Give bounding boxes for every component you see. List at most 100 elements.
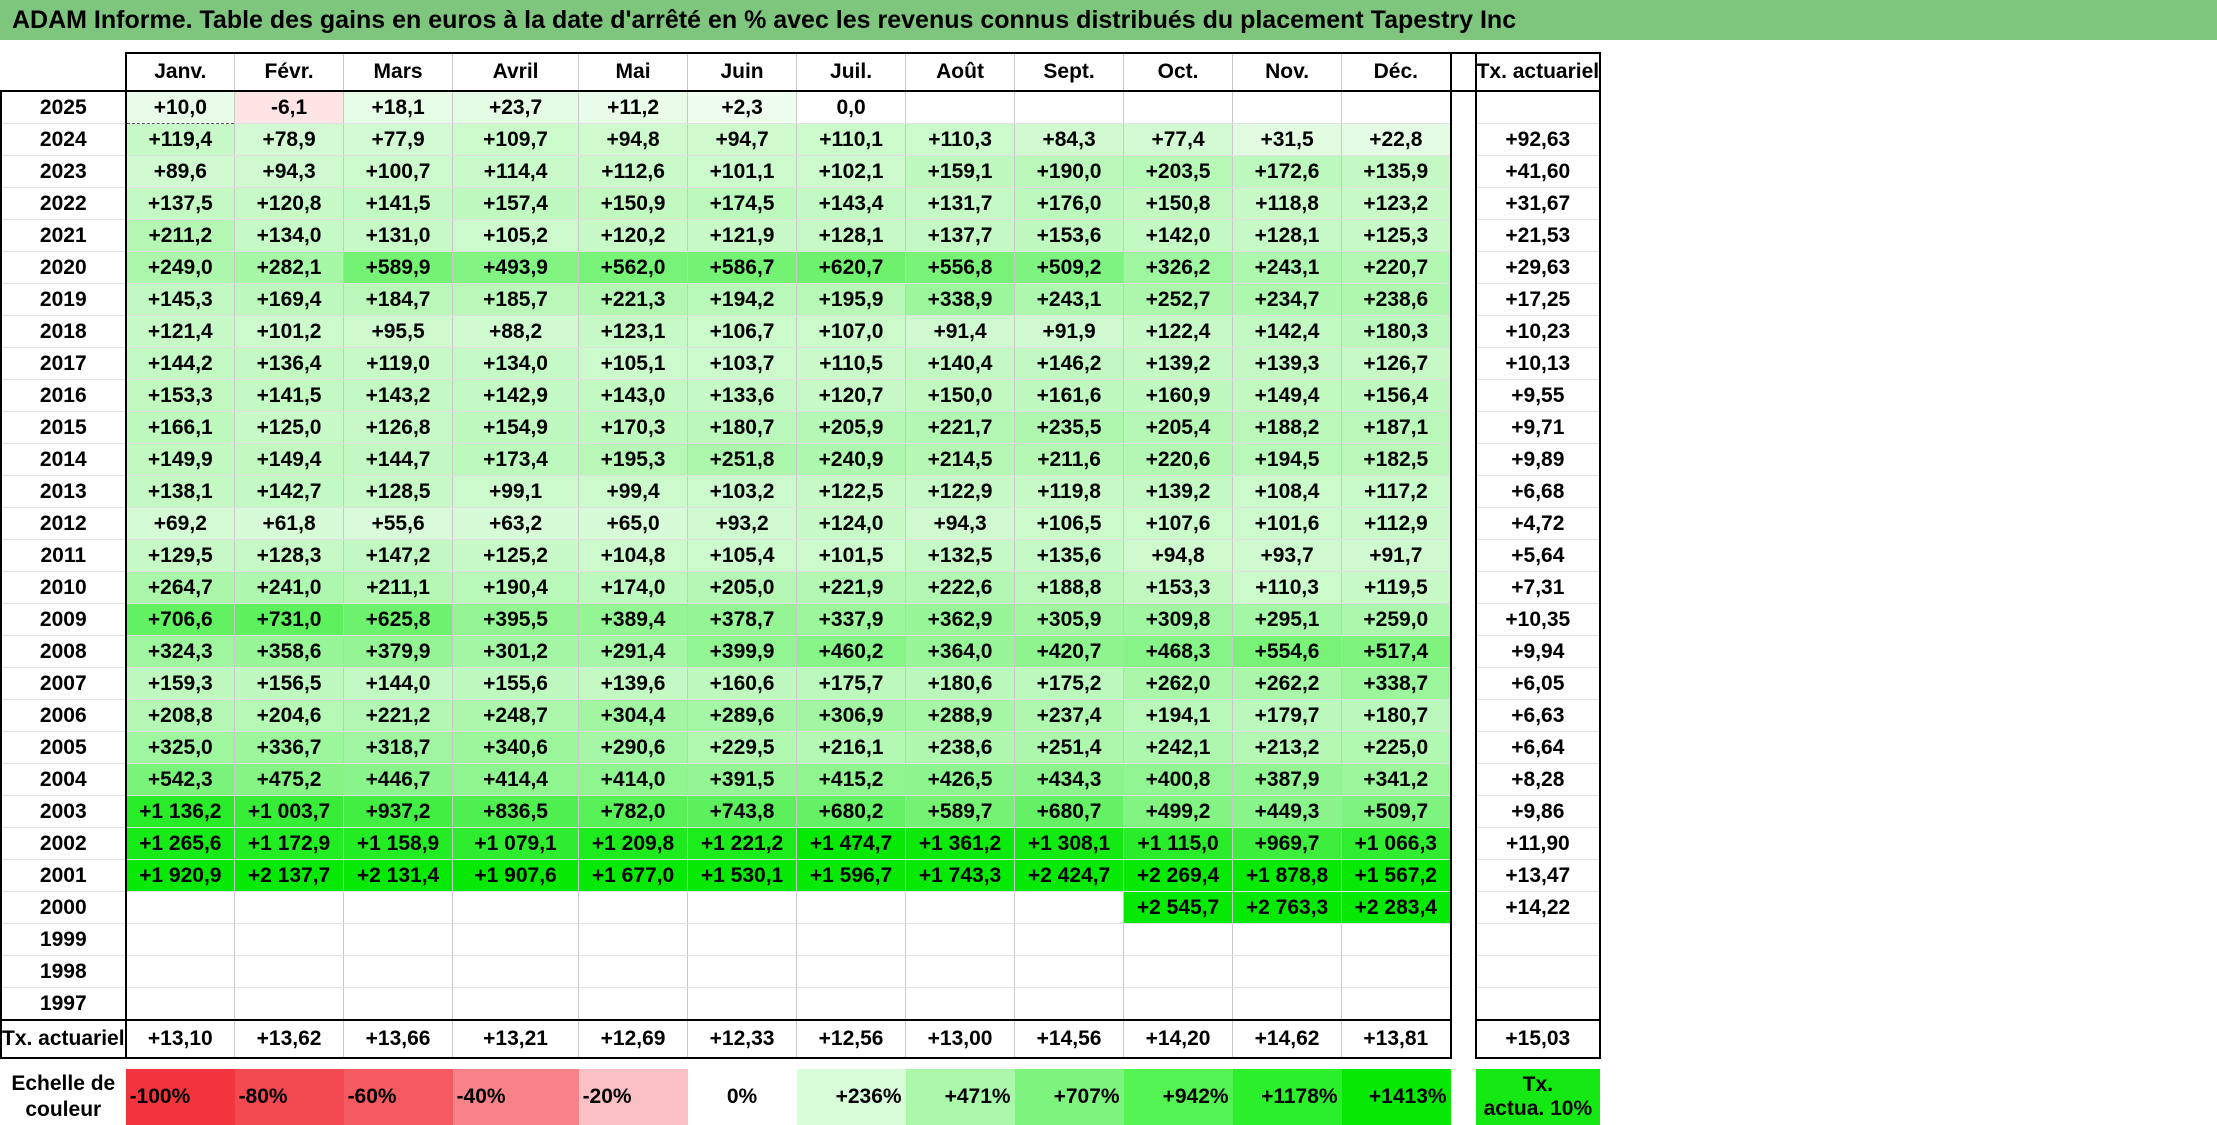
value-cell: +91,9 [1014,315,1125,348]
value-cell: +126,7 [1341,347,1452,380]
value-cell: +107,0 [796,315,907,348]
scale-swatch: 0% [687,1069,797,1125]
value-cell: +136,4 [234,347,345,380]
table-row: 2004 +542,3 +475,2 +446,7 +414,4 +414,0 +391,5… [0,763,1602,796]
value-cell: +91,7 [1341,539,1452,572]
gap-cell [1450,795,1476,828]
value-cell: +123,1 [578,315,689,348]
value-cell: +123,2 [1341,187,1452,220]
value-cell: +172,6 [1232,155,1343,188]
value-cell: +680,7 [1014,795,1125,828]
value-cell: +122,5 [796,475,907,508]
value-cell [687,891,798,924]
value-cell: +1 530,1 [687,859,798,892]
gap-cell [1450,955,1476,988]
value-cell: +378,7 [687,603,798,636]
year-label: 2013 [0,475,127,508]
table-row: 2003 +1 136,2 +1 003,7 +937,2 +836,5 +782,0 +7… [0,795,1602,828]
table-row: 2023 +89,6 +94,3 +100,7 +114,4 +112,6 +101,1 +1… [0,155,1602,188]
gap-cell [1450,155,1476,188]
total-cell: +12,69 [578,1019,689,1059]
value-cell: +364,0 [905,635,1016,668]
value-cell: +379,9 [343,635,454,668]
value-cell: +290,6 [578,731,689,764]
value-cell: +229,5 [687,731,798,764]
year-label: 2011 [0,539,127,572]
value-cell: +743,8 [687,795,798,828]
value-cell: +153,3 [125,379,236,412]
total-cell: +13,62 [234,1019,345,1059]
annual-value: +13,47 [1474,859,1602,892]
value-cell: +128,1 [1232,219,1343,252]
value-cell: +118,8 [1232,187,1343,220]
total-cell: +13,10 [125,1019,236,1059]
value-cell: +449,3 [1232,795,1343,828]
table-row: 2021 +211,2 +134,0 +131,0 +105,2 +120,2 +121,9… [0,219,1602,252]
value-cell: +1 878,8 [1232,859,1343,892]
annual-value: +92,63 [1474,123,1602,156]
value-cell: +180,3 [1341,315,1452,348]
value-cell: +204,6 [234,699,345,732]
value-cell: +120,2 [578,219,689,252]
value-cell: +680,2 [796,795,907,828]
annual-value: +5,64 [1474,539,1602,572]
value-cell: +252,7 [1123,283,1234,316]
annual-value: +9,86 [1474,795,1602,828]
table-row: 2018 +121,4 +101,2 +95,5 +88,2 +123,1 +106,7 +1… [0,315,1602,348]
value-cell: +214,5 [905,443,1016,476]
value-cell: +220,7 [1341,251,1452,284]
value-cell: +139,6 [578,667,689,700]
value-cell: +731,0 [234,603,345,636]
value-cell: +362,9 [905,603,1016,636]
gap-cell [1450,347,1476,380]
value-cell: +103,2 [687,475,798,508]
column-header: Oct. [1123,52,1234,92]
gap-cell [1450,187,1476,220]
value-cell: +395,5 [452,603,580,636]
value-cell [578,923,689,956]
value-cell [1014,987,1125,1021]
value-cell: +101,5 [796,539,907,572]
total-cell: +13,00 [905,1019,1016,1059]
column-header: Juil. [796,52,907,92]
value-cell: +1 474,7 [796,827,907,860]
value-cell [578,955,689,988]
year-label: 2010 [0,571,127,604]
value-cell: +173,4 [452,443,580,476]
value-cell [1232,955,1343,988]
value-cell: +188,2 [1232,411,1343,444]
value-cell: +305,9 [1014,603,1125,636]
value-cell: +446,7 [343,763,454,796]
value-cell: +128,1 [796,219,907,252]
value-cell: +2 283,4 [1341,891,1452,924]
total-cell: +14,56 [1014,1019,1125,1059]
value-cell: +2 137,7 [234,859,345,892]
value-cell: +161,6 [1014,379,1125,412]
value-cell: +55,6 [343,507,454,540]
value-cell [1123,923,1234,956]
value-cell: +101,1 [687,155,798,188]
year-label: 2005 [0,731,127,764]
value-cell: +100,7 [343,155,454,188]
total-cell: +13,21 [452,1019,580,1059]
value-cell: +1 209,8 [578,827,689,860]
value-cell [1123,987,1234,1021]
value-cell: +141,5 [343,187,454,220]
value-cell: +295,1 [1232,603,1343,636]
value-cell: +194,5 [1232,443,1343,476]
header-row: Janv. Févr. Mars Avril Mai Juin Juil. Août Sept.… [1,52,1602,92]
value-cell: +318,7 [343,731,454,764]
value-cell: +194,2 [687,283,798,316]
value-cell [343,923,454,956]
value-cell [1014,891,1125,924]
table-row: 2013 +138,1 +142,7 +128,5 +99,1 +99,4 +103,2 +1… [0,475,1602,508]
value-cell [1232,91,1343,124]
value-cell: +149,4 [1232,379,1343,412]
scale-swatch: +236% [796,1069,906,1125]
value-cell: +112,6 [578,155,689,188]
scale-swatch: +471% [905,1069,1015,1125]
value-cell: +99,1 [452,475,580,508]
table-row: 2017 +144,2 +136,4 +119,0 +134,0 +105,1 +103,7… [0,347,1602,380]
value-cell: +182,5 [1341,443,1452,476]
value-cell: +153,6 [1014,219,1125,252]
